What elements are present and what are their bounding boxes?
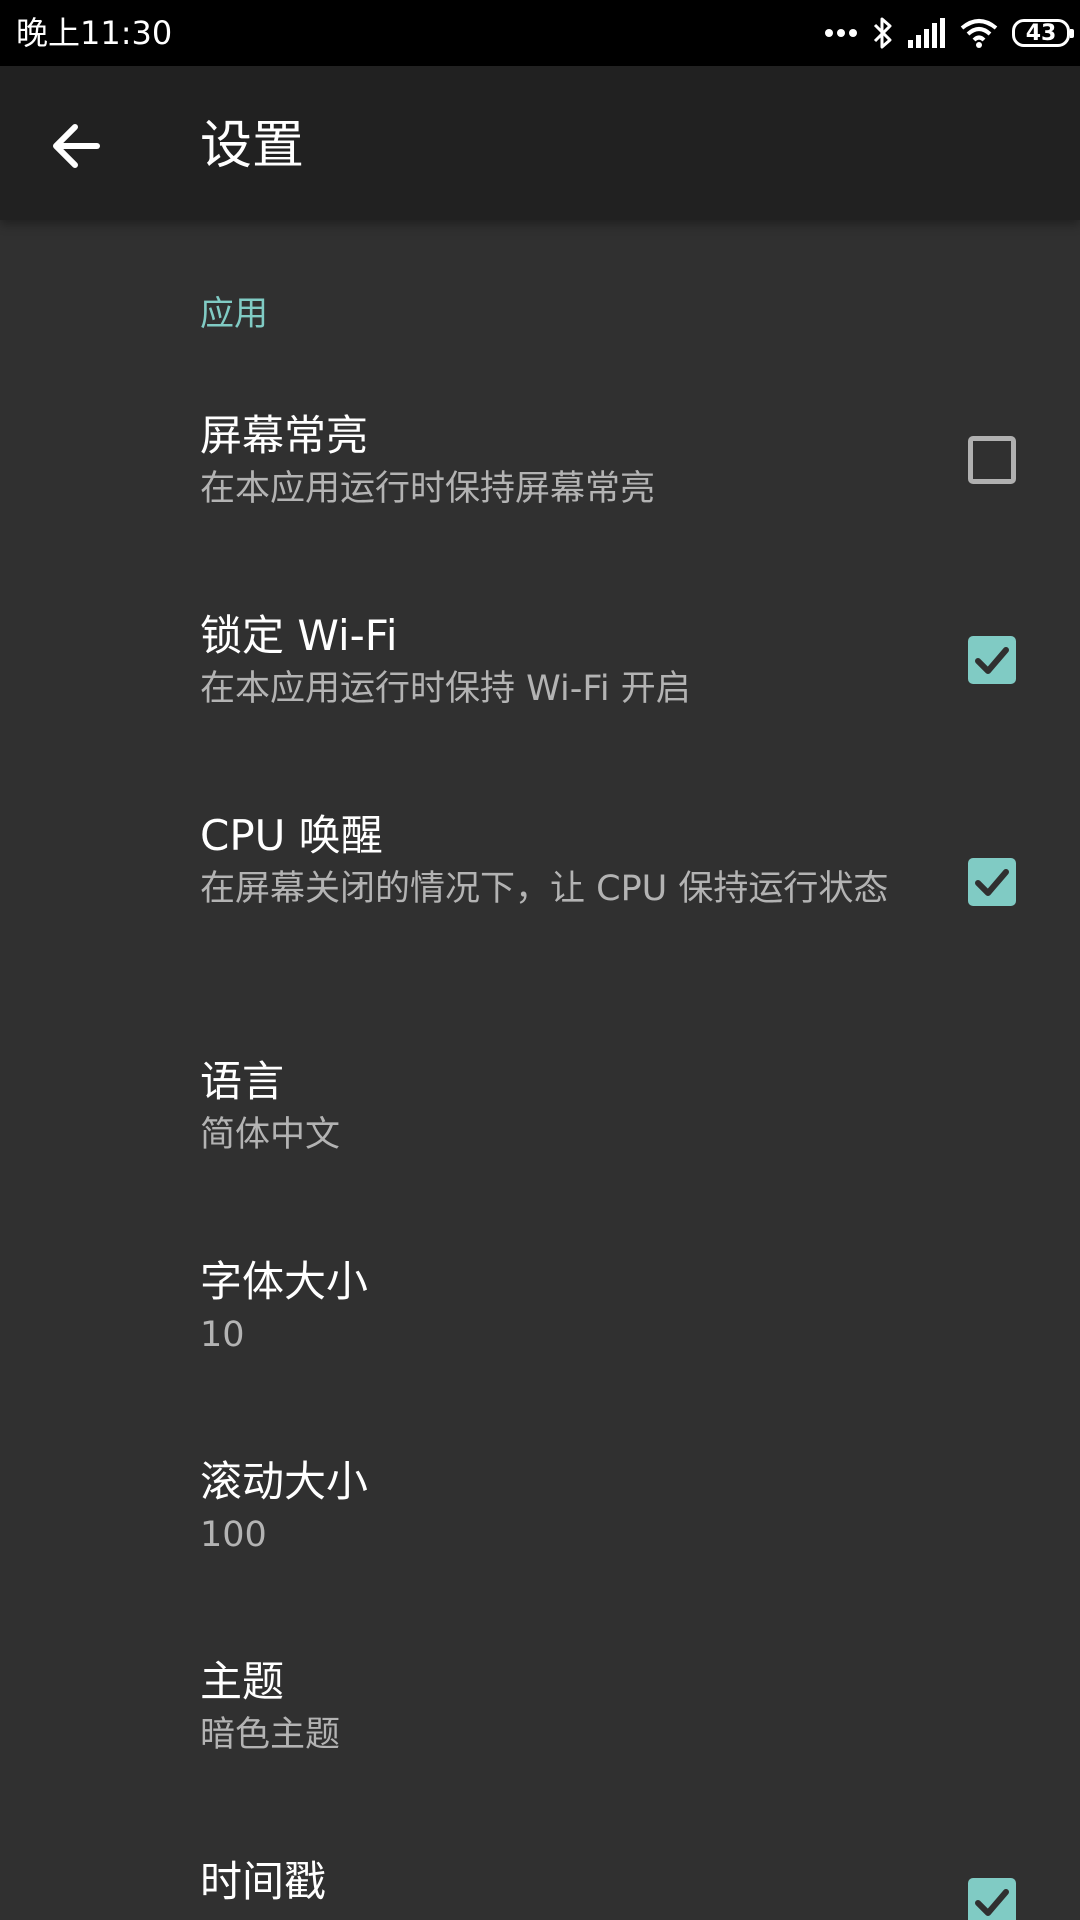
check-icon bbox=[975, 1889, 1009, 1916]
pref-timestamp[interactable]: 时间戳 bbox=[0, 1856, 1080, 1920]
check-icon bbox=[975, 869, 1009, 896]
signal-icon bbox=[908, 18, 945, 48]
status-time: 晚上11:30 bbox=[16, 14, 173, 52]
pref-title: 主题 bbox=[200, 1657, 285, 1706]
pref-theme[interactable]: 主题 暗色主题 bbox=[0, 1656, 1080, 1836]
pref-language[interactable]: 语言 简体中文 bbox=[0, 1056, 1080, 1236]
pref-summary: 简体中文 bbox=[200, 1115, 341, 1155]
pref-keep-screen-on[interactable]: 屏幕常亮 在本应用运行时保持屏幕常亮 bbox=[0, 410, 1080, 590]
pref-lock-wifi[interactable]: 锁定 Wi-Fi 在本应用运行时保持 Wi-Fi 开启 bbox=[0, 610, 1080, 790]
pref-summary: 在本应用运行时保持屏幕常亮 bbox=[200, 469, 656, 509]
timestamp-checkbox[interactable] bbox=[968, 1878, 1016, 1920]
pref-summary: 在屏幕关闭的情况下，让 CPU 保持运行状态 bbox=[200, 869, 889, 909]
keep-screen-on-checkbox[interactable] bbox=[968, 436, 1016, 484]
pref-cpu-wake[interactable]: CPU 唤醒 在屏幕关闭的情况下，让 CPU 保持运行状态 bbox=[0, 810, 1080, 1040]
battery-icon: 43 bbox=[1012, 19, 1074, 47]
pref-scroll-size[interactable]: 滚动大小 100 bbox=[0, 1456, 1080, 1636]
pref-title: 时间戳 bbox=[200, 1857, 327, 1906]
pref-summary: 100 bbox=[200, 1515, 267, 1555]
section-header: 应用 bbox=[200, 294, 268, 334]
pref-title: 滚动大小 bbox=[200, 1457, 369, 1506]
app-bar: 设置 bbox=[0, 66, 1080, 220]
pref-summary: 在本应用运行时保持 Wi-Fi 开启 bbox=[200, 669, 691, 709]
cpu-wake-checkbox[interactable] bbox=[968, 858, 1016, 906]
pref-title: 字体大小 bbox=[200, 1257, 369, 1306]
wifi-icon bbox=[960, 19, 998, 48]
back-button[interactable] bbox=[36, 106, 116, 186]
arrow-left-icon bbox=[53, 124, 100, 168]
battery-level: 43 bbox=[1025, 20, 1057, 46]
check-icon bbox=[975, 647, 1009, 674]
lock-wifi-checkbox[interactable] bbox=[968, 636, 1016, 684]
status-icons: 43 bbox=[824, 12, 1074, 54]
pref-title: 锁定 Wi-Fi bbox=[200, 611, 398, 660]
page-title: 设置 bbox=[200, 116, 305, 176]
pref-title: CPU 唤醒 bbox=[200, 811, 383, 860]
status-bar: 晚上11:30 43 bbox=[0, 0, 1080, 66]
pref-font-size[interactable]: 字体大小 10 bbox=[0, 1256, 1080, 1436]
bluetooth-icon bbox=[873, 17, 892, 49]
pref-summary: 10 bbox=[200, 1315, 245, 1355]
pref-title: 屏幕常亮 bbox=[200, 411, 369, 460]
settings-list: 应用 屏幕常亮 在本应用运行时保持屏幕常亮 锁定 Wi-Fi 在本应用运行时保持… bbox=[0, 220, 1080, 1920]
more-dots-icon bbox=[825, 29, 857, 37]
pref-title: 语言 bbox=[200, 1057, 285, 1106]
pref-summary: 暗色主题 bbox=[200, 1715, 341, 1755]
